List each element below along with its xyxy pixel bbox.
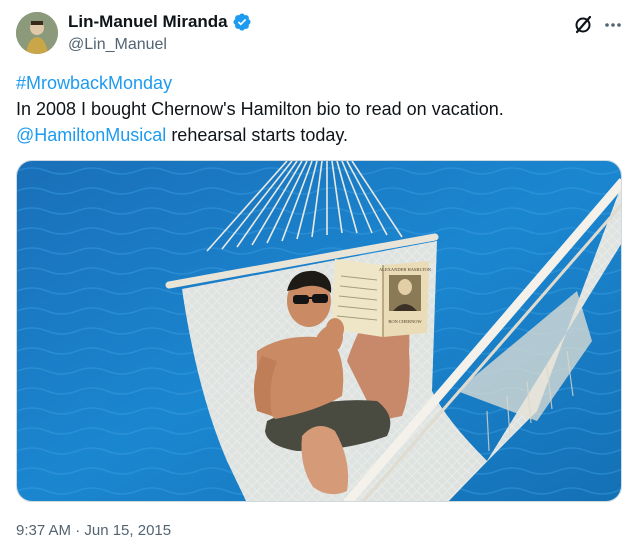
book-author: RON CHERNOW [388,319,422,324]
hammock-photo: ALEXANDER HAMILTON RON CHERNOW [17,161,621,501]
tweet-photo[interactable]: ALEXANDER HAMILTON RON CHERNOW [16,160,622,502]
book: ALEXANDER HAMILTON RON CHERNOW [331,259,432,337]
avatar-image [16,12,58,54]
hashtag-link[interactable]: #MrowbackMonday [16,73,172,93]
tweet-text-line-2: rehearsal starts today. [166,125,349,145]
user-handle[interactable]: @Lin_Manuel [68,36,167,54]
display-name[interactable]: Lin-Manuel Miranda [68,12,228,32]
grok-icon[interactable] [570,12,596,38]
avatar[interactable] [16,12,58,54]
tweet-card: Lin-Manuel Miranda @Lin_Manuel #Mrowback… [0,0,640,543]
tweet-timestamp[interactable]: 9:37 AM · Jun 15, 2015 [16,522,171,539]
more-icon[interactable] [600,12,626,38]
verified-badge-icon [232,12,252,32]
tweet-text: #MrowbackMonday In 2008 I bought Chernow… [16,70,616,148]
book-title: ALEXANDER HAMILTON [379,267,432,272]
mention-link[interactable]: @HamiltonMusical [16,125,166,145]
user-name-row: Lin-Manuel Miranda [68,12,252,32]
tweet-text-line-1: In 2008 I bought Chernow's Hamilton bio … [16,99,504,119]
